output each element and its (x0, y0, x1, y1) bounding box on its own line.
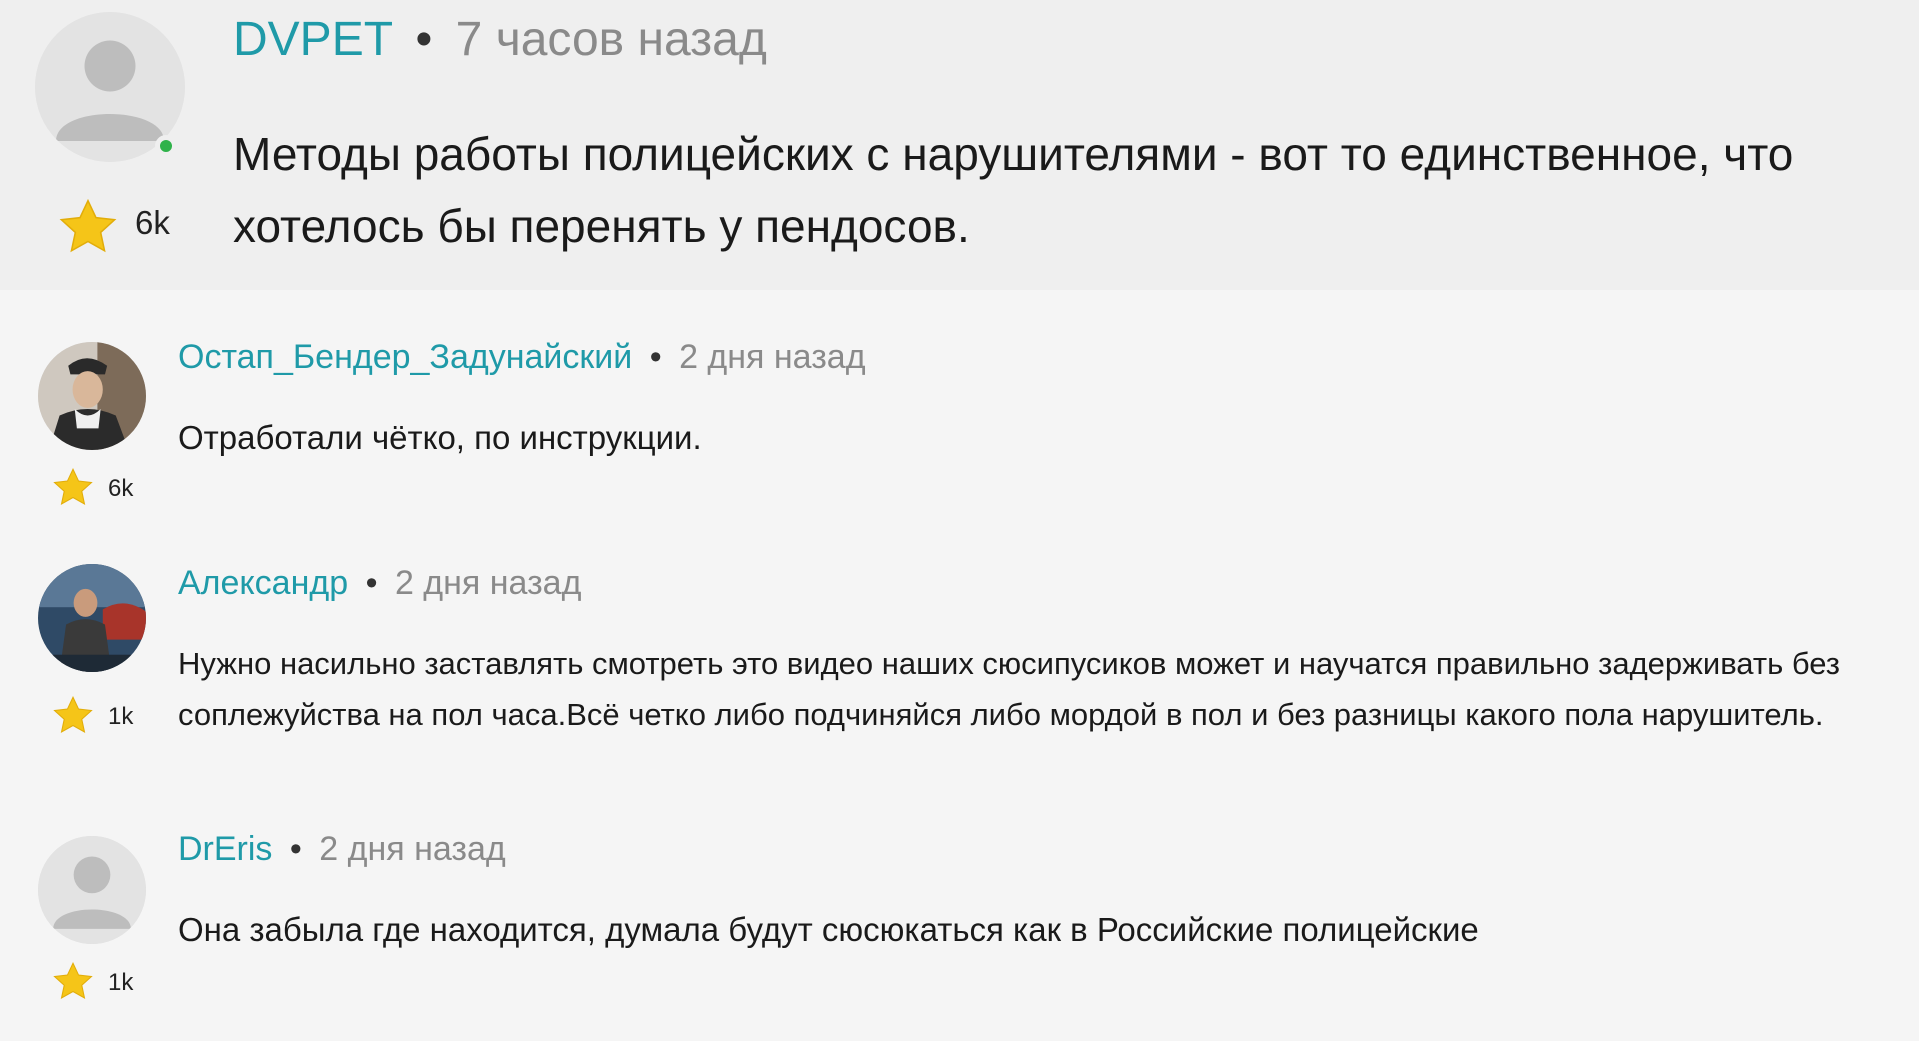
comment-item: 6k Остап_Бендер_Задунайский • 2 дня наза… (0, 290, 1919, 520)
star-icon (50, 466, 96, 509)
comment-item: 1k DrEris • 2 дня назад Она забыла где н… (0, 800, 1919, 1041)
timestamp[interactable]: 7 часов назад (456, 13, 767, 66)
comment-text: Отработали чётко, по инструкции. (178, 419, 702, 456)
comment-text: Методы работы полицейских с нарушителями… (233, 128, 1794, 252)
separator-dot: • (365, 564, 378, 602)
user-photo-avatar (38, 564, 146, 672)
user-photo-avatar (38, 342, 146, 450)
author-link[interactable]: DrEris (178, 830, 272, 868)
rating-count: 6k (135, 204, 170, 241)
author-link[interactable]: DVPET (233, 13, 392, 66)
timestamp[interactable]: 2 дня назад (679, 338, 865, 376)
author-link[interactable]: Александр (178, 564, 348, 602)
comment-item: 1k Александр • 2 дня назад Нужно насильн… (0, 520, 1919, 800)
rating-count: 1k (108, 969, 134, 996)
online-status-dot (155, 135, 177, 157)
timestamp[interactable]: 2 дня назад (319, 830, 505, 868)
comment-meta: DrEris • 2 дня назад (178, 830, 506, 869)
comment-meta: Александр • 2 дня назад (178, 564, 581, 603)
avatar[interactable] (38, 836, 146, 944)
avatar[interactable] (38, 342, 146, 450)
comment-meta: DVPET • 7 часов назад (233, 12, 767, 67)
author-link[interactable]: Остап_Бендер_Задунайский (178, 338, 632, 376)
default-user-icon (38, 836, 146, 944)
star-icon (50, 960, 96, 1003)
rating-count: 1k (108, 703, 134, 730)
top-comment: 6k DVPET • 7 часов назад Методы работы п… (0, 0, 1919, 290)
star-icon (50, 694, 96, 737)
star-icon (55, 196, 121, 258)
rating-count: 6k (108, 475, 134, 502)
separator-dot: • (415, 13, 433, 66)
comment-text: Она забыла где находится, думала будут с… (178, 911, 1479, 948)
separator-dot: • (289, 830, 302, 868)
comment-meta: Остап_Бендер_Задунайский • 2 дня назад (178, 338, 866, 377)
separator-dot: • (649, 338, 662, 376)
avatar[interactable] (38, 564, 146, 672)
timestamp[interactable]: 2 дня назад (395, 564, 581, 602)
comment-text: Нужно насильно заставлять смотреть это в… (178, 646, 1841, 732)
